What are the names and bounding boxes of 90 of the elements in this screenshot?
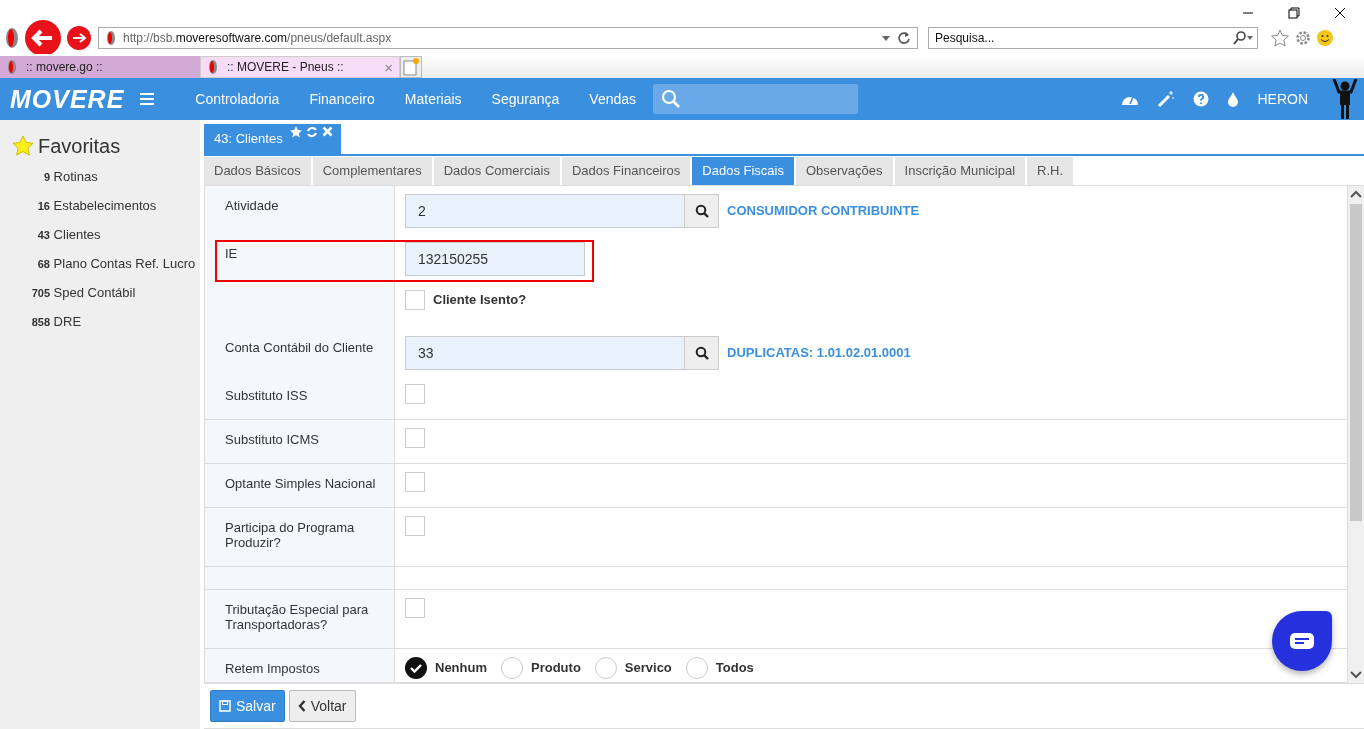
search-icon [661, 89, 682, 109]
back-button[interactable]: Voltar [288, 690, 356, 722]
checkbox[interactable] [405, 472, 425, 492]
tab[interactable]: Dados Fiscais [692, 157, 796, 185]
dropdown-icon[interactable] [881, 34, 891, 42]
field-label: Participa do Programa Produzir? [225, 520, 355, 550]
tab[interactable]: Dados Básicos [204, 157, 313, 185]
tab[interactable]: Inscrição Municipal [894, 157, 1028, 185]
sidebar-item[interactable]: 43 Clientes [0, 220, 200, 249]
lookup-field[interactable]: 2 [405, 194, 685, 228]
smiley-icon[interactable] [1316, 29, 1334, 47]
magic-wand-icon[interactable] [1157, 90, 1176, 108]
sidebar-item[interactable]: 16 Estabelecimentos [0, 191, 200, 220]
sidebar-item[interactable]: 705 Sped Contábil [0, 278, 200, 307]
search-button[interactable] [685, 194, 719, 228]
window-tab[interactable]: 43: Clientes [204, 124, 341, 154]
field-label: IE [225, 246, 238, 261]
user-name[interactable]: HERON [1257, 91, 1308, 107]
search-button[interactable] [685, 336, 719, 370]
address-bar[interactable]: http://bsb.moveresoftware.com/pneus/default.aspx [98, 27, 918, 49]
browser-logo-icon [4, 27, 20, 49]
tab[interactable]: Dados Comerciais [433, 157, 562, 185]
star-icon[interactable] [1270, 28, 1290, 48]
checkbox[interactable] [405, 598, 425, 618]
browser-tab[interactable]: :: MOVERE - Pneus :: × [200, 56, 400, 78]
sidebar-item[interactable]: 9 Rotinas [0, 162, 200, 191]
forward-icon[interactable] [66, 25, 92, 51]
field-label: Optante Simples Nacional [225, 476, 376, 491]
drop-icon[interactable] [1227, 91, 1240, 107]
nav-link[interactable]: Segurança [491, 91, 560, 107]
nav-link[interactable]: Materiais [404, 91, 462, 107]
nav-link[interactable]: Financeiro [309, 91, 375, 107]
restore-icon[interactable] [1288, 7, 1300, 19]
lookup-field[interactable]: 33 [405, 336, 685, 370]
field-label: Conta Contábil do Cliente [225, 340, 374, 355]
new-tab-icon[interactable] [400, 56, 422, 78]
checkbox[interactable] [405, 384, 425, 404]
site-icon [6, 59, 18, 75]
scrollbar[interactable] [1348, 186, 1364, 683]
search-icon[interactable] [1232, 31, 1254, 45]
url-text: http://bsb.moveresoftware.com/pneus/default.aspx [123, 31, 393, 45]
tab[interactable]: Complementares [312, 157, 434, 185]
radio-button[interactable] [405, 657, 427, 679]
tab[interactable]: Observações [795, 157, 895, 185]
site-icon [207, 59, 219, 75]
tab[interactable]: Dados Financeiros [561, 157, 693, 185]
field-label: Atividade [225, 198, 279, 213]
field-label: Substituto ISS [225, 388, 308, 403]
sidebar-title: Favoritas [38, 134, 121, 158]
browser-tab[interactable]: :: movere.go :: [0, 56, 200, 78]
input-field[interactable]: 132150255 [405, 242, 585, 276]
site-icon [105, 30, 117, 46]
field-label: Substituto ICMS [225, 432, 319, 447]
refresh-icon[interactable] [897, 31, 911, 45]
tab[interactable]: R.H. [1027, 157, 1076, 185]
close-icon[interactable] [1334, 7, 1346, 19]
search-icon [694, 346, 709, 360]
nav-link[interactable]: Controladoria [195, 91, 280, 107]
field-label: Retem Impostos [225, 661, 320, 676]
radio-label: Servico [624, 659, 672, 677]
field-label: Tributação Especial para Transportadoras? [225, 602, 369, 632]
star-icon [11, 134, 35, 158]
chat-icon [1290, 633, 1314, 649]
checkbox[interactable] [405, 516, 425, 536]
chat-button[interactable] [1272, 611, 1332, 671]
scroll-down-icon[interactable] [1350, 671, 1362, 679]
search-field[interactable] [653, 84, 859, 114]
checkbox-label: Cliente Isento? [433, 291, 527, 309]
floppy-icon [219, 700, 231, 712]
checkbox[interactable] [405, 290, 425, 310]
sidebar-item[interactable]: 858 DRE [0, 307, 200, 336]
save-button[interactable]: Salvar [210, 690, 285, 722]
chevron-left-icon [297, 700, 306, 712]
lookup-description[interactable]: CONSUMIDOR CONTRIBUINTE [727, 194, 920, 228]
radio-label: Produto [531, 659, 581, 677]
back-icon[interactable] [24, 19, 62, 57]
lookup-description[interactable]: DUPLICATAS: 1.01.02.01.0001 [727, 336, 911, 370]
nav-link[interactable]: Vendas [589, 91, 637, 107]
radio-label: Nenhum [435, 659, 487, 677]
search-icon [694, 204, 709, 218]
person-icon[interactable] [1332, 79, 1358, 119]
star-icon[interactable] [289, 126, 302, 138]
checkbox[interactable] [405, 428, 425, 448]
radio-label: Todos [715, 659, 754, 677]
search-field[interactable]: Pesquisa... [928, 27, 1258, 49]
scroll-up-icon[interactable] [1350, 190, 1362, 198]
logo[interactable]: MOVERE [10, 84, 125, 114]
sidebar-item[interactable]: 68 Plano Contas Ref. Lucro [0, 249, 200, 278]
menu-icon[interactable] [140, 93, 155, 105]
help-icon[interactable] [1193, 91, 1210, 107]
